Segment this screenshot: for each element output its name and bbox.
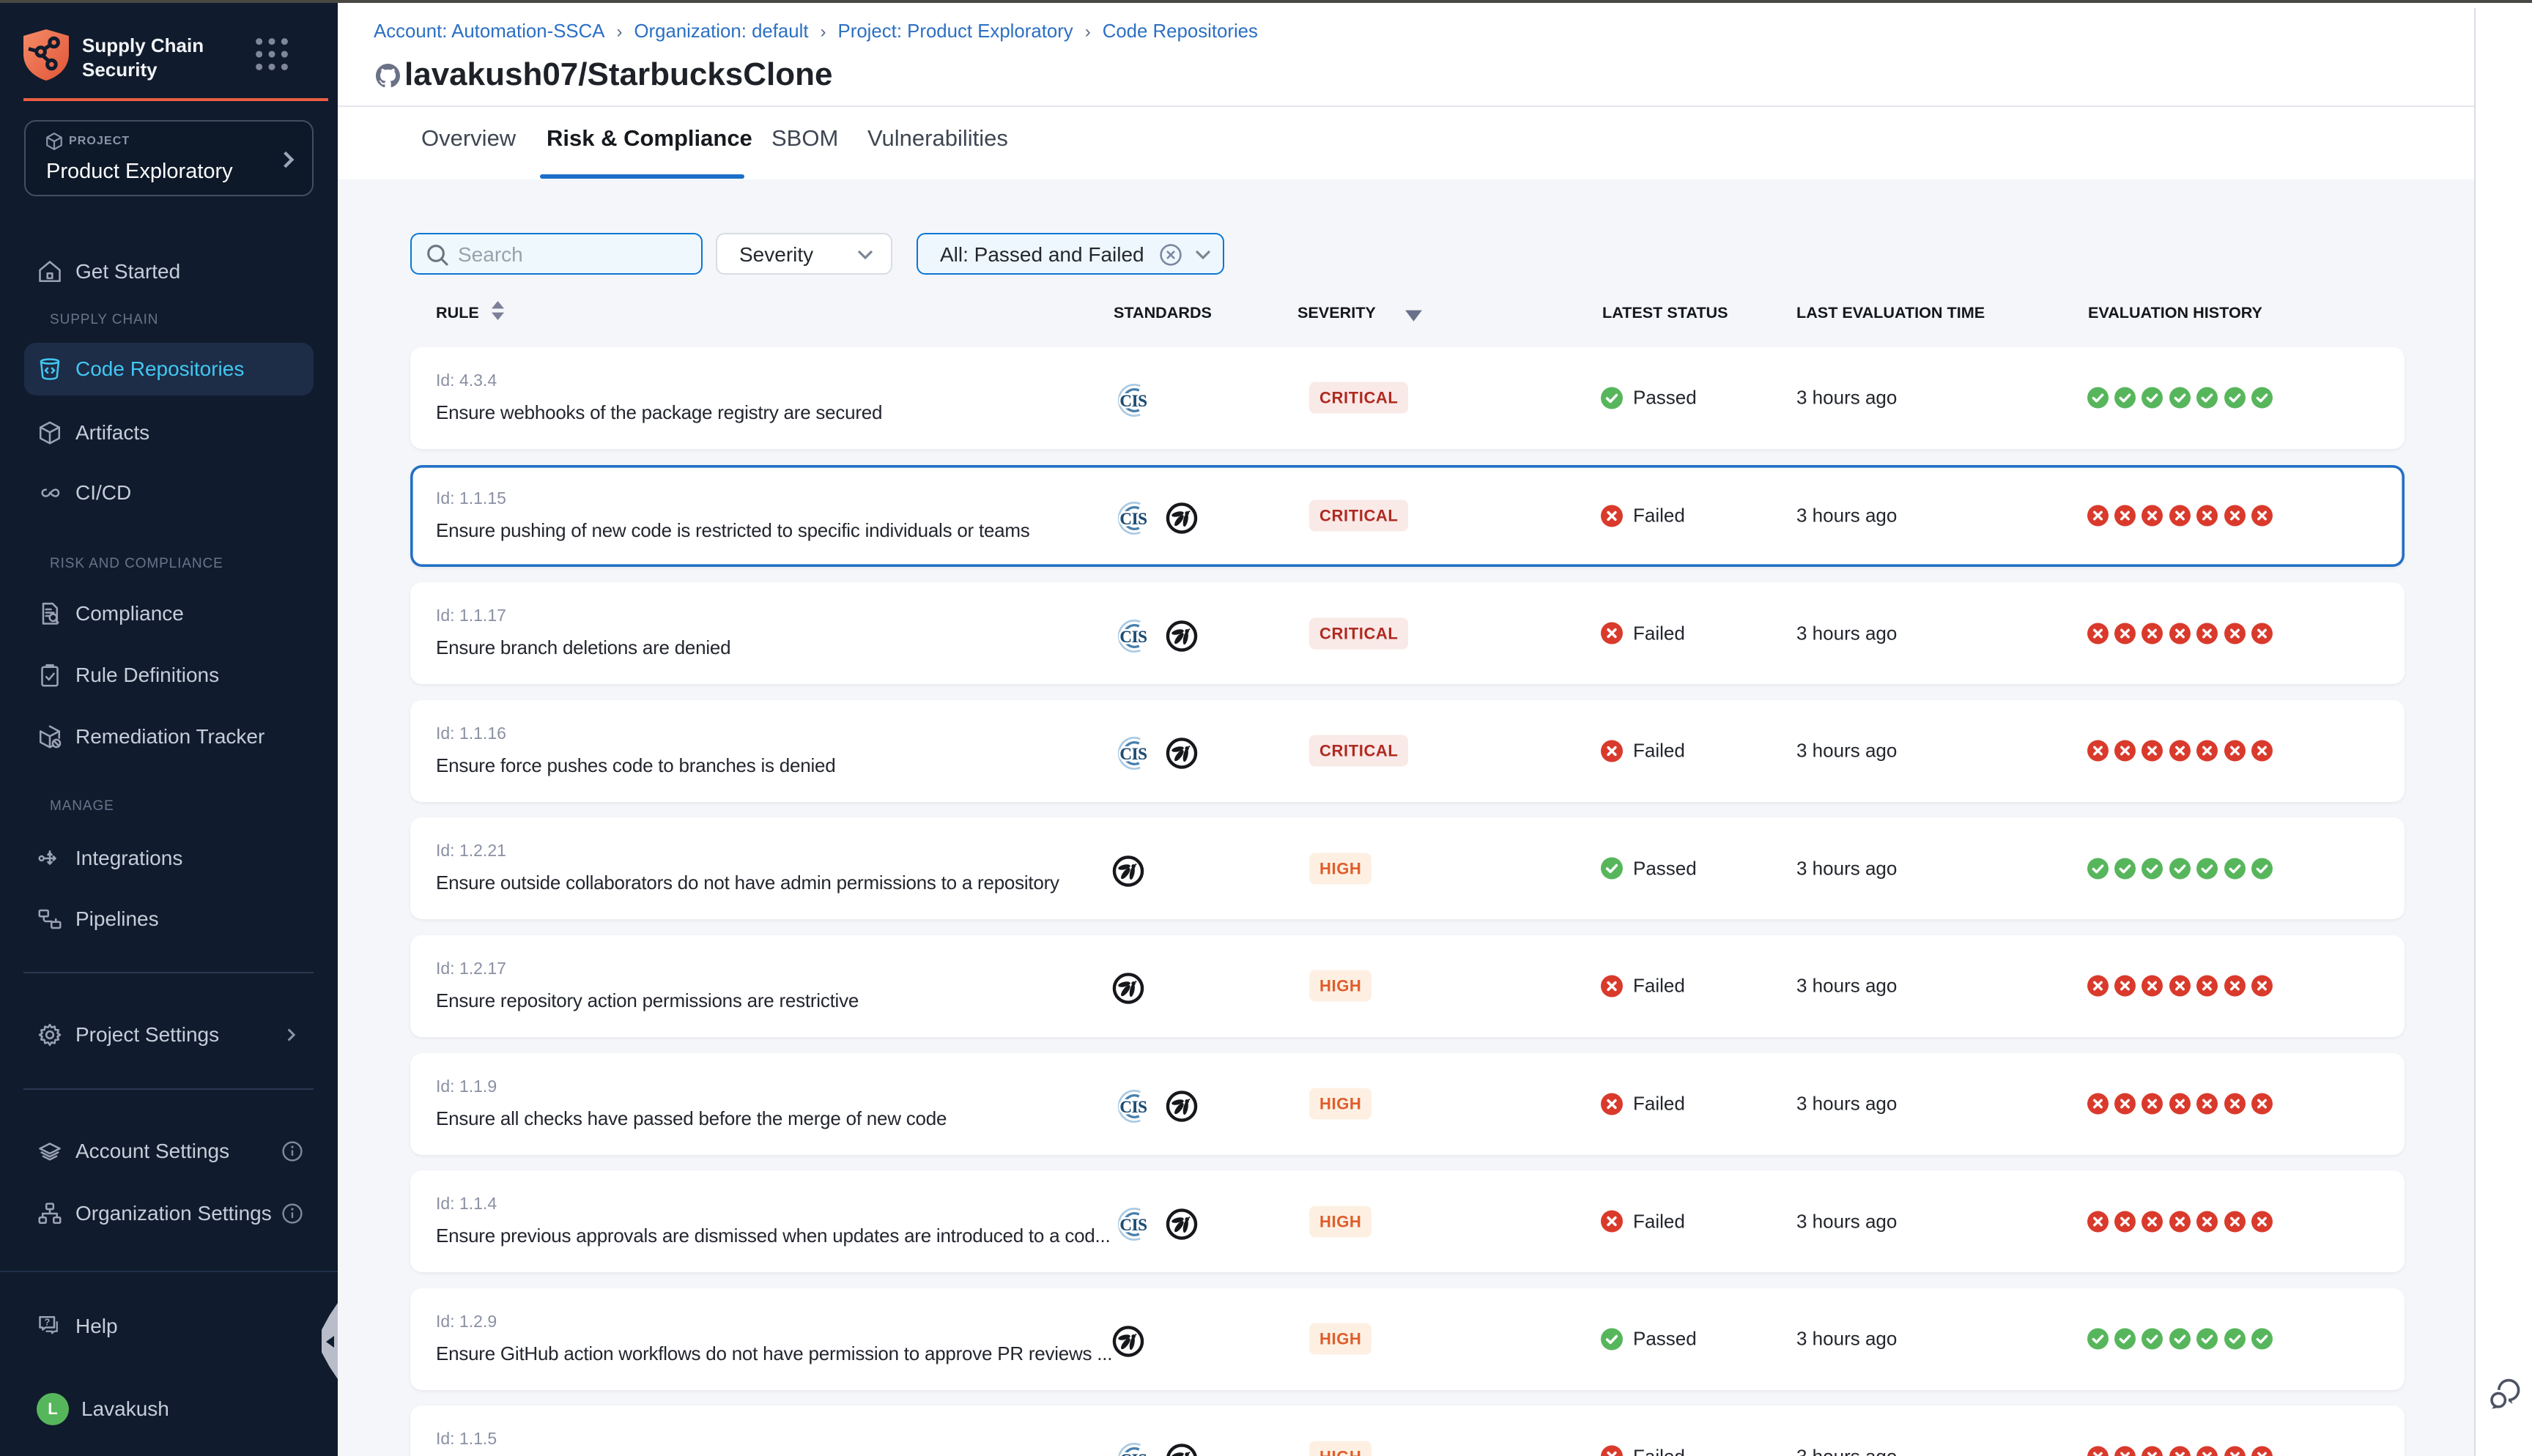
svg-text:CIS: CIS (1119, 745, 1147, 763)
svg-text:CIS: CIS (1119, 1098, 1147, 1116)
svg-text:?: ? (45, 1316, 51, 1327)
svg-text:CIS: CIS (1119, 392, 1147, 410)
svg-text:CIS: CIS (1119, 1451, 1147, 1456)
svg-text:CIS: CIS (1119, 510, 1147, 528)
svg-text:CIS: CIS (1119, 1216, 1147, 1234)
svg-text:CIS: CIS (1119, 628, 1147, 646)
